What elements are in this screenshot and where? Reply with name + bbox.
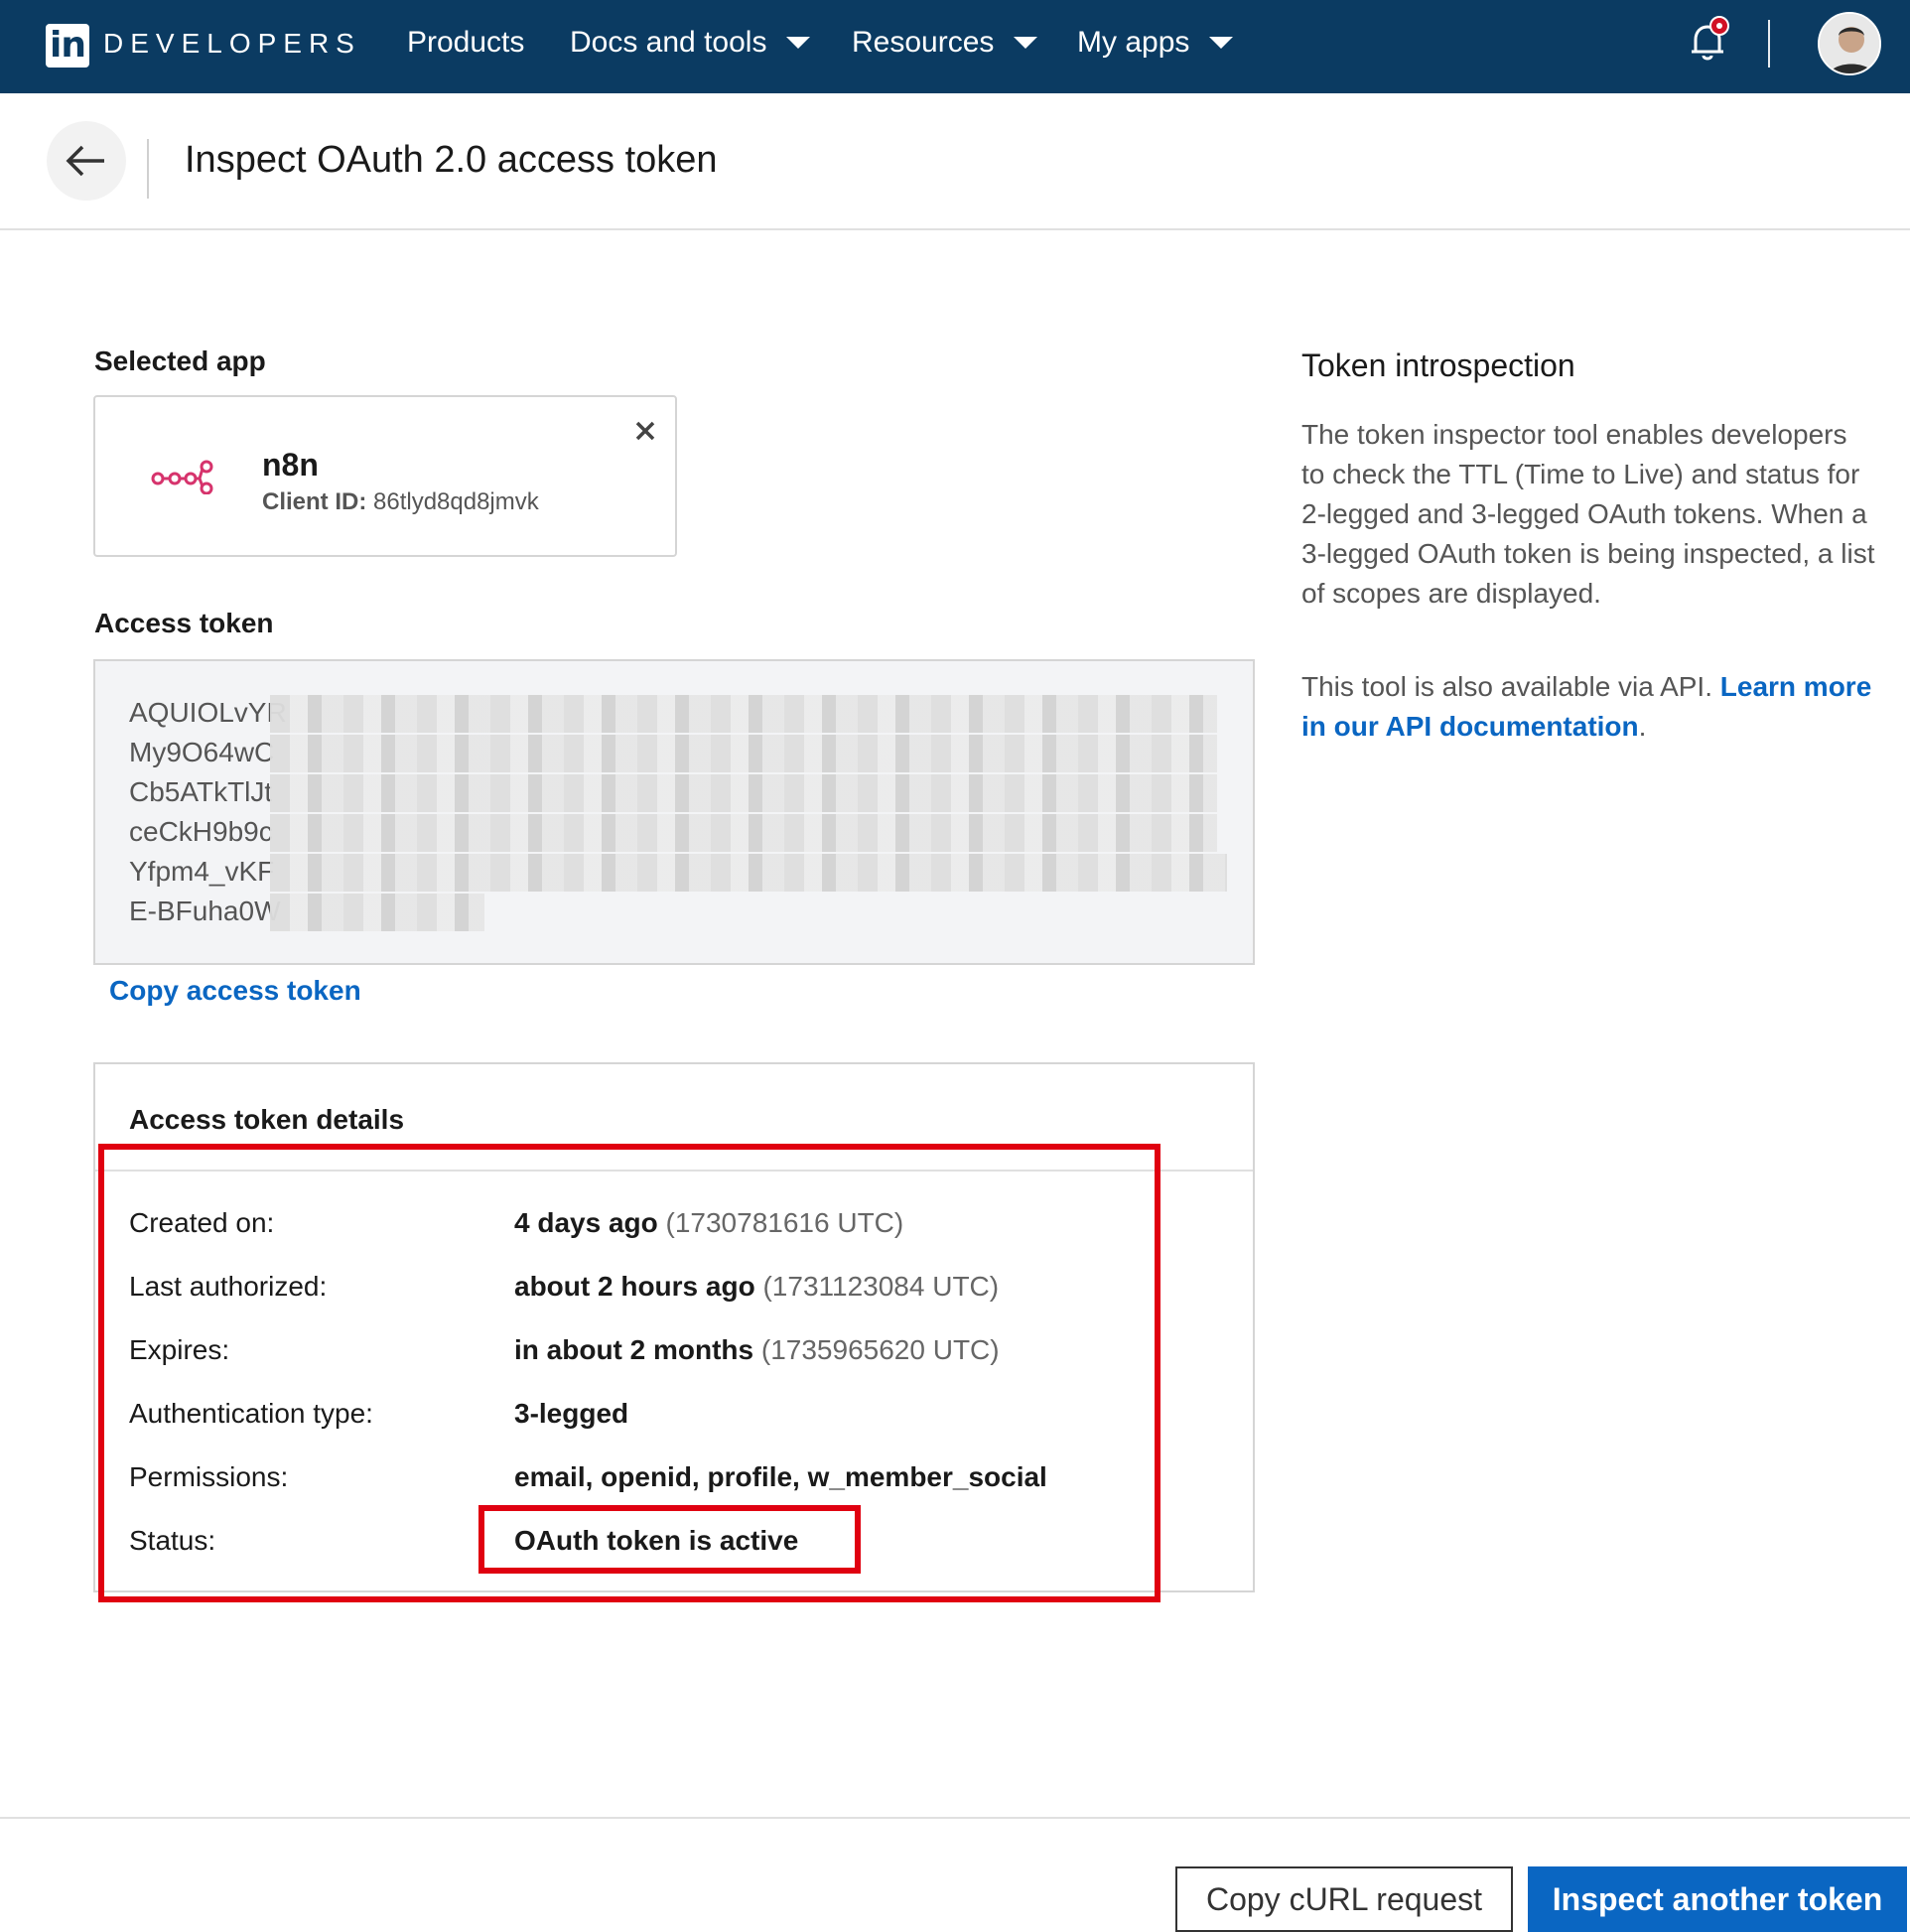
arrow-left-icon <box>66 145 104 177</box>
token-line: Cb5ATkTlJt <box>129 776 273 807</box>
n8n-logo-icon <box>151 460 213 494</box>
redacted-token-blur <box>270 774 1217 812</box>
close-icon[interactable] <box>629 415 661 447</box>
token-line: E-BFuha0W <box>129 896 281 926</box>
token-line: Yfpm4_vKF <box>129 856 275 887</box>
token-line: AQUIOLvYR <box>129 697 287 728</box>
nav-my-apps[interactable]: My apps <box>1077 26 1234 60</box>
header-divider <box>147 139 149 199</box>
redacted-token-blur <box>270 854 1227 892</box>
access-token-label: Access token <box>94 608 274 638</box>
nav-docs-and-tools[interactable]: Docs and tools <box>570 26 811 60</box>
selected-app-label: Selected app <box>94 345 266 376</box>
api-availability-text: This tool is also available via API. Lea… <box>1301 671 1872 742</box>
inspect-another-token-button[interactable]: Inspect another token <box>1528 1866 1907 1932</box>
redacted-token-blur <box>270 814 1217 852</box>
token-introspection-description: The token inspector tool enables develop… <box>1301 419 1875 609</box>
footer-divider <box>0 1817 1910 1819</box>
chevron-down-icon <box>1209 37 1234 49</box>
copy-curl-request-button[interactable]: Copy cURL request <box>1175 1866 1513 1932</box>
brand-label: DEVELOPERS <box>103 28 361 59</box>
selected-app-card: n8n Client ID: 86tlyd8qd8jmvk <box>93 395 677 557</box>
back-button[interactable] <box>47 121 126 201</box>
chevron-down-icon <box>1014 37 1038 49</box>
token-line: My9O64wC <box>129 737 275 767</box>
token-line: ceCkH9b9c <box>129 816 273 847</box>
header-divider-line <box>0 228 1910 230</box>
bell-icon[interactable] <box>1684 16 1733 66</box>
top-nav: in DEVELOPERS Products Docs and tools Re… <box>0 0 1910 93</box>
client-id: Client ID: 86tlyd8qd8jmvk <box>262 488 539 515</box>
redacted-token-blur <box>270 695 1217 733</box>
chevron-down-icon <box>786 37 811 49</box>
nav-products[interactable]: Products <box>407 26 524 60</box>
app-name: n8n <box>262 447 319 483</box>
page-title: Inspect OAuth 2.0 access token <box>185 139 718 181</box>
redacted-token-blur <box>270 894 484 931</box>
details-title: Access token details <box>129 1104 405 1135</box>
avatar[interactable] <box>1818 12 1881 75</box>
nav-resources[interactable]: Resources <box>852 26 1038 60</box>
linkedin-logo[interactable]: in <box>46 24 89 68</box>
copy-access-token-link[interactable]: Copy access token <box>109 975 361 1007</box>
access-token-field[interactable]: AQUIOLvYR My9O64wC Cb5ATkTlJt ceCkH9b9c … <box>93 659 1255 965</box>
token-introspection-title: Token introspection <box>1301 347 1575 383</box>
annotation-status-highlight <box>478 1505 861 1574</box>
redacted-token-blur <box>270 735 1217 772</box>
nav-divider <box>1768 20 1770 68</box>
